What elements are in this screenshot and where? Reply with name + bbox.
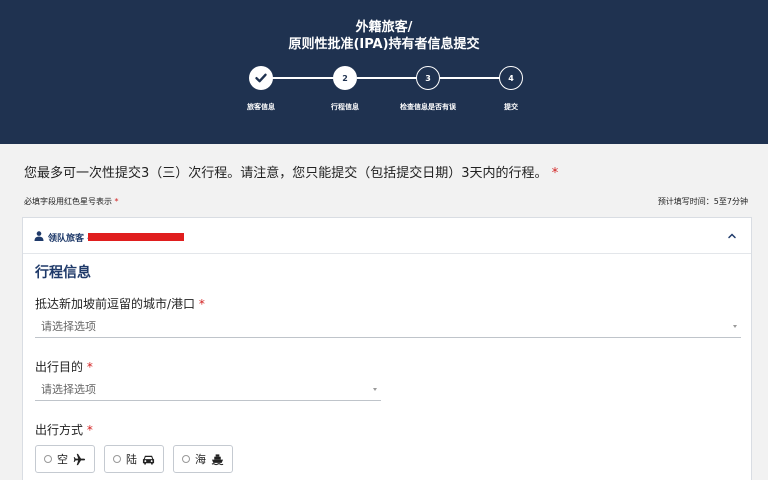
required-asterisk: *	[198, 297, 205, 311]
step-2-circle: 2	[333, 66, 357, 90]
stepper-connector	[357, 77, 417, 79]
required-fields-note: 必填字段用红色星号表示 *	[24, 196, 119, 207]
notice-text: 您最多可一次性提交3（三）次行程。请注意，您只能提交（包括提交日期）3天内的行程…	[24, 166, 548, 181]
mode-air-label: 空	[57, 453, 68, 466]
step-4-circle: 4	[499, 66, 523, 90]
required-asterisk: *	[551, 166, 559, 181]
redacted-name	[88, 233, 184, 241]
chevron-up-icon[interactable]	[727, 231, 737, 241]
required-asterisk: *	[86, 423, 93, 437]
purpose-select[interactable]: 请选择选项	[35, 379, 381, 401]
purpose-label-text: 出行目的	[35, 360, 84, 374]
mode-air-button[interactable]: 空	[35, 445, 95, 473]
header-title-line2: 原则性批准(IPA)持有者信息提交	[288, 37, 480, 52]
airplane-icon	[73, 453, 86, 465]
radio-button[interactable]	[113, 455, 121, 463]
estimated-time: 预计填写时间：5至7分钟	[657, 197, 748, 206]
stepper-connector	[440, 77, 500, 79]
city-label-text: 抵达新加坡前逗留的城市/港口	[35, 297, 196, 311]
card-header[interactable]: 领队旅客 -	[23, 218, 751, 254]
lead-traveller-label: 领队旅客 -	[48, 234, 91, 244]
city-select[interactable]: 请选择选项	[35, 316, 741, 338]
mode-field-label: 出行方式 *	[35, 421, 93, 438]
required-asterisk: *	[86, 360, 93, 374]
person-icon	[34, 231, 44, 241]
progress-stepper: 2 3 4 旅客信息 行程信息 检查信息是否有误 提交	[0, 66, 768, 116]
purpose-select-placeholder: 请选择选项	[41, 383, 96, 396]
radio-button[interactable]	[44, 455, 52, 463]
mode-land-button[interactable]: 陆	[104, 445, 164, 473]
mode-sea-button[interactable]: 海	[173, 445, 233, 473]
trip-info-card: 领队旅客 - 行程信息 抵达新加坡前逗留的城市/港口 * 请选择选项 出行目的 …	[22, 217, 752, 480]
header-title-line1: 外籍旅客/	[355, 20, 413, 35]
stepper-connector	[272, 77, 334, 79]
page-header: 外籍旅客/ 原则性批准(IPA)持有者信息提交 2 3 4 旅客信息 行程信息 …	[0, 0, 768, 144]
step-1-check-icon	[249, 66, 273, 90]
dropdown-caret-icon	[733, 325, 737, 328]
required-asterisk: *	[114, 197, 119, 206]
radio-button[interactable]	[182, 455, 190, 463]
dropdown-caret-icon	[373, 388, 377, 391]
car-icon	[142, 455, 155, 465]
purpose-field-label: 出行目的 *	[35, 358, 93, 375]
ship-icon	[211, 453, 224, 465]
step-4-label: 提交	[504, 103, 518, 111]
trip-limit-notice: 您最多可一次性提交3（三）次行程。请注意，您只能提交（包括提交日期）3天内的行程…	[24, 162, 558, 181]
section-title: 行程信息	[35, 265, 91, 281]
step-3-circle: 3	[416, 66, 440, 90]
mode-land-label: 陆	[126, 453, 137, 466]
mode-sea-label: 海	[195, 453, 206, 466]
city-select-placeholder: 请选择选项	[41, 320, 96, 333]
mode-label-text: 出行方式	[35, 423, 84, 437]
city-field-label: 抵达新加坡前逗留的城市/港口 *	[35, 295, 205, 312]
required-note-text: 必填字段用红色星号表示	[24, 197, 112, 206]
